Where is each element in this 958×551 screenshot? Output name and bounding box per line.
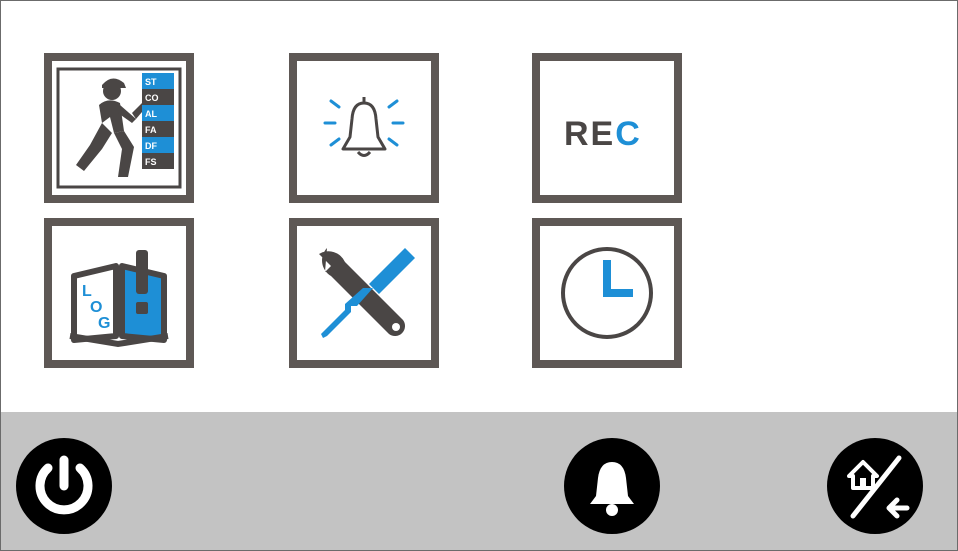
power-icon (35, 455, 93, 515)
home-slash-back-icon (847, 455, 910, 519)
status-tile[interactable]: ST CO AL FA DF FS (44, 53, 194, 203)
bell-icon (590, 462, 634, 516)
settings-tile[interactable] (289, 218, 439, 368)
ringing-bell-icon (323, 97, 405, 157)
bell-button[interactable] (564, 438, 660, 534)
svg-text:L: L (82, 283, 92, 300)
clock-icon (561, 247, 653, 339)
record-tile[interactable]: REC (532, 53, 682, 203)
badge-al: AL (145, 109, 157, 119)
badge-df: DF (145, 141, 157, 151)
svg-text:O: O (90, 299, 102, 316)
rec-label-accent: C (615, 115, 642, 153)
tools-icon (319, 248, 415, 338)
bottom-bar (1, 412, 957, 550)
badge-co: CO (145, 93, 159, 103)
svg-text:REC: REC (564, 115, 642, 153)
home-exit-button[interactable] (827, 438, 923, 534)
power-button[interactable] (16, 438, 112, 534)
log-tile[interactable]: L O G (44, 218, 194, 368)
rec-icon: REC (564, 115, 642, 153)
log-book-icon: L O G (69, 250, 169, 348)
alarm-tile[interactable] (289, 53, 439, 203)
clock-tile[interactable] (532, 218, 682, 368)
technician-status-icon: ST CO AL FA DF FS (56, 67, 182, 189)
badge-fa: FA (145, 125, 157, 135)
svg-text:G: G (98, 315, 110, 332)
rec-label-main: RE (564, 115, 615, 153)
badge-fs: FS (145, 157, 157, 167)
badge-st: ST (145, 77, 157, 87)
